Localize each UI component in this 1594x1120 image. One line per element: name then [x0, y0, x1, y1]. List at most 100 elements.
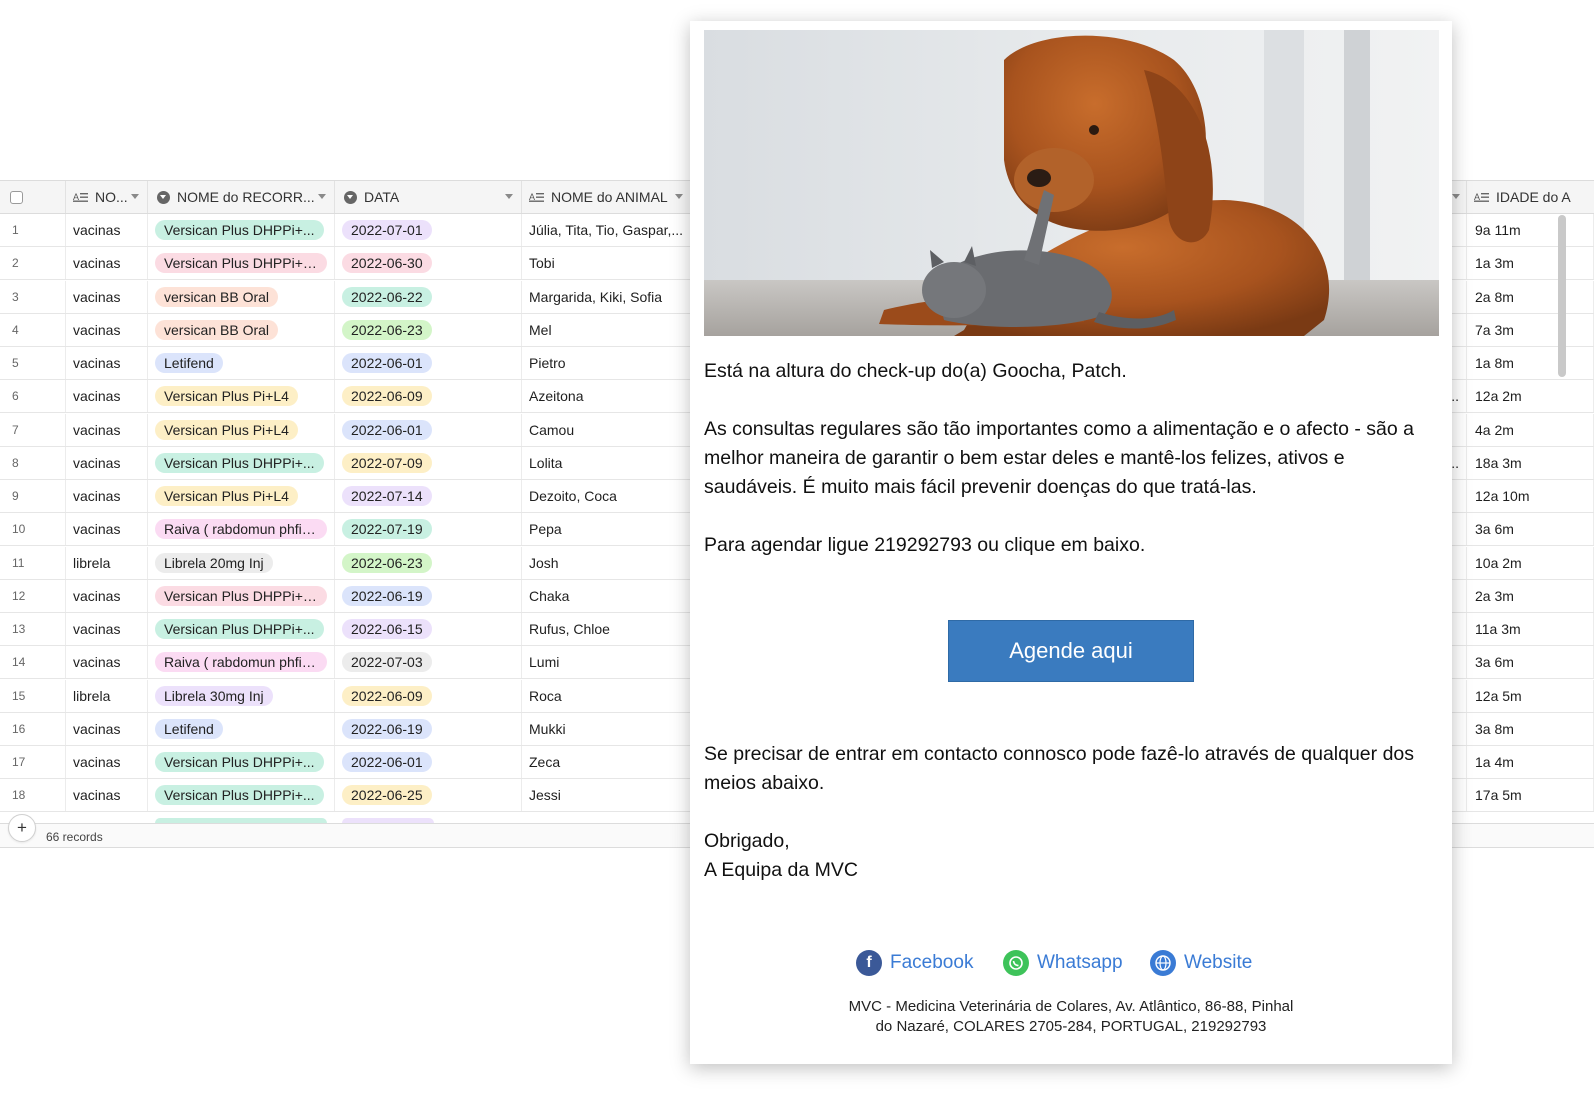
- cell-animal[interactable]: Josh: [522, 546, 692, 579]
- column-menu-chevron-icon[interactable]: [1452, 194, 1460, 199]
- cell-data[interactable]: 2022-06-19: [335, 712, 522, 745]
- cell-data[interactable]: 2022-07-09: [335, 446, 522, 479]
- cell-animal[interactable]: Zeca: [522, 746, 692, 778]
- cell-idade[interactable]: 2a 8m: [1467, 280, 1594, 313]
- cell-nome[interactable]: vacinas: [66, 480, 148, 512]
- cell-animal[interactable]: Margarida, Kiki, Sofia: [522, 280, 692, 313]
- cell-idade[interactable]: 2a 3m: [1467, 579, 1594, 612]
- cell-data[interactable]: 2022-07-19: [335, 513, 522, 546]
- cell-idade[interactable]: 1a 3m: [1467, 247, 1594, 280]
- cell-recorrencia[interactable]: Raiva ( rabdomun phfiz...: [148, 646, 335, 679]
- cell-data[interactable]: 2022-06-30: [335, 247, 522, 280]
- cell-animal[interactable]: Jessi: [522, 779, 692, 812]
- cell-recorrencia[interactable]: Versican Plus DHPPi+...: [148, 613, 335, 645]
- cell-animal[interactable]: Rufus, Chloe: [522, 613, 692, 645]
- cell-nome[interactable]: vacinas: [66, 280, 148, 313]
- cell-data[interactable]: 2022-07-03: [335, 646, 522, 679]
- cell-idade[interactable]: 3a 8m: [1467, 712, 1594, 745]
- cell-idade[interactable]: 9a 11m: [1467, 214, 1594, 246]
- cell-nome[interactable]: librela: [66, 679, 148, 712]
- select-all-checkbox[interactable]: [10, 190, 23, 204]
- column-menu-chevron-icon[interactable]: [131, 194, 139, 199]
- cell-recorrencia[interactable]: Versican Plus Pi+L4: [148, 480, 335, 512]
- cell-data[interactable]: 2022-07-01: [335, 214, 522, 246]
- cell-data[interactable]: 2022-06-01: [335, 413, 522, 446]
- cell-data[interactable]: 2022-07-14: [335, 480, 522, 512]
- cell-animal[interactable]: Pepa: [522, 513, 692, 546]
- cell-idade[interactable]: 12a 5m: [1467, 679, 1594, 712]
- cell-animal[interactable]: Azeitona: [522, 380, 692, 413]
- cell-animal[interactable]: Dezoito, Coca: [522, 480, 692, 512]
- cell-data[interactable]: 2022-06-25: [335, 779, 522, 812]
- cell-nome[interactable]: vacinas: [66, 613, 148, 645]
- cell-nome[interactable]: librela: [66, 546, 148, 579]
- cell-data[interactable]: 2022-06-09: [335, 679, 522, 712]
- cell-idade[interactable]: 1a 8m: [1467, 347, 1594, 379]
- cell-idade[interactable]: 4a 2m: [1467, 413, 1594, 446]
- cell-animal[interactable]: Júlia, Tita, Tio, Gaspar,...: [522, 214, 692, 246]
- cell-nome[interactable]: vacinas: [66, 712, 148, 745]
- cell-nome[interactable]: vacinas: [66, 214, 148, 246]
- cell-recorrencia[interactable]: Versican Plus Pi+L4: [148, 380, 335, 413]
- cell-idade[interactable]: 12a 2m: [1467, 380, 1594, 413]
- cell-nome[interactable]: vacinas: [66, 446, 148, 479]
- cell-recorrencia[interactable]: Librela 20mg Inj: [148, 546, 335, 579]
- column-menu-chevron-icon[interactable]: [505, 194, 513, 199]
- cell-recorrencia[interactable]: versican BB Oral: [148, 313, 335, 346]
- column-header-data[interactable]: DATA: [335, 181, 522, 213]
- cell-recorrencia[interactable]: Versican Plus Pi+L4: [148, 413, 335, 446]
- column-header-animal[interactable]: A NOME do ANIMAL: [522, 181, 692, 213]
- cell-recorrencia[interactable]: versican BB Oral: [148, 280, 335, 313]
- column-header-recorrencia[interactable]: NOME do RECORR...: [148, 181, 335, 213]
- cell-animal[interactable]: Pietro: [522, 347, 692, 379]
- cell-data[interactable]: 2022-06-23: [335, 313, 522, 346]
- cell-animal[interactable]: Tobi: [522, 247, 692, 280]
- cell-data[interactable]: 2022-06-09: [335, 380, 522, 413]
- cell-recorrencia[interactable]: Versican Plus DHPPi+...: [148, 746, 335, 778]
- schedule-button[interactable]: Agende aqui: [948, 620, 1194, 682]
- cell-animal[interactable]: Mukki: [522, 712, 692, 745]
- cell-idade[interactable]: 1a 4m: [1467, 746, 1594, 778]
- cell-idade[interactable]: 3a 6m: [1467, 646, 1594, 679]
- cell-recorrencia[interactable]: Letifend: [148, 712, 335, 745]
- cell-data[interactable]: 2022-06-22: [335, 280, 522, 313]
- cell-idade[interactable]: 3a 6m: [1467, 513, 1594, 546]
- cell-idade[interactable]: 7a 3m: [1467, 313, 1594, 346]
- vertical-scrollbar[interactable]: [1558, 215, 1566, 377]
- cell-nome[interactable]: vacinas: [66, 380, 148, 413]
- cell-recorrencia[interactable]: Raiva ( rabdomun phfiz...: [148, 513, 335, 546]
- facebook-link[interactable]: f Facebook: [856, 950, 973, 976]
- column-header-nome[interactable]: A NO...: [66, 181, 148, 213]
- cell-animal[interactable]: Chaka: [522, 579, 692, 612]
- cell-data[interactable]: 2022-06-19: [335, 579, 522, 612]
- cell-animal[interactable]: Roca: [522, 679, 692, 712]
- cell-idade[interactable]: 18a 3m: [1467, 446, 1594, 479]
- cell-nome[interactable]: vacinas: [66, 413, 148, 446]
- cell-data[interactable]: 2022-06-01: [335, 347, 522, 379]
- cell-nome[interactable]: vacinas: [66, 313, 148, 346]
- column-menu-chevron-icon[interactable]: [675, 194, 683, 199]
- cell-animal[interactable]: Mel: [522, 313, 692, 346]
- cell-nome[interactable]: vacinas: [66, 347, 148, 379]
- cell-nome[interactable]: vacinas: [66, 247, 148, 280]
- cell-data[interactable]: 2022-06-01: [335, 746, 522, 778]
- column-header-idade[interactable]: A IDADE do A: [1467, 181, 1594, 213]
- cell-recorrencia[interactable]: Versican Plus DHPPi+...: [148, 779, 335, 812]
- cell-nome[interactable]: vacinas: [66, 646, 148, 679]
- cell-nome[interactable]: vacinas: [66, 513, 148, 546]
- cell-data[interactable]: 2022-06-15: [335, 613, 522, 645]
- cell-idade[interactable]: 12a 10m: [1467, 480, 1594, 512]
- cell-nome[interactable]: vacinas: [66, 579, 148, 612]
- whatsapp-link[interactable]: Whatsapp: [1003, 950, 1123, 976]
- cell-recorrencia[interactable]: Letifend: [148, 347, 335, 379]
- cell-nome[interactable]: vacinas: [66, 746, 148, 778]
- cell-idade[interactable]: 11a 3m: [1467, 613, 1594, 645]
- cell-recorrencia[interactable]: Versican Plus DHPPi+L4: [148, 579, 335, 612]
- cell-animal[interactable]: Lolita: [522, 446, 692, 479]
- cell-recorrencia[interactable]: Versican Plus DHPPi+...: [148, 446, 335, 479]
- cell-recorrencia[interactable]: Librela 30mg Inj: [148, 679, 335, 712]
- cell-idade[interactable]: 17a 5m: [1467, 779, 1594, 812]
- cell-idade[interactable]: 10a 2m: [1467, 546, 1594, 579]
- website-link[interactable]: Website: [1150, 950, 1252, 976]
- cell-data[interactable]: 2022-06-23: [335, 546, 522, 579]
